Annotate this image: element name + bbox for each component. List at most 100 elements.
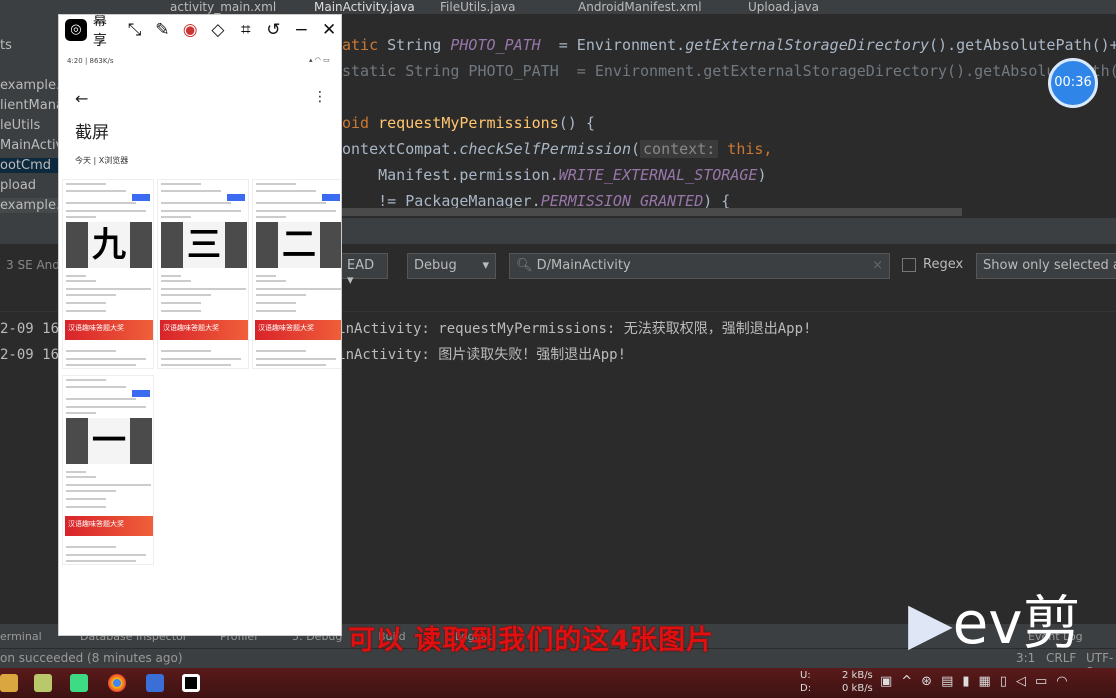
resize-icon[interactable]: ⤡ [121,20,149,40]
text-line [256,310,296,312]
text-line [66,183,106,185]
brush-icon[interactable]: ✎ [148,20,176,40]
text-line [161,216,191,218]
status-message: on succeeded (8 minutes ago) [0,651,183,665]
code-token: PHOTO_PATH [450,36,541,54]
recording-timer[interactable]: 00:36 [1048,58,1098,108]
log-level-value: Debug [414,258,457,273]
code-token: String [387,36,451,54]
search-button [227,194,245,201]
tab-android-manifest[interactable]: AndroidManifest.xml [578,0,702,14]
android-studio-icon[interactable] [70,674,88,692]
screenshot-thumbnail[interactable]: 三汉语趣味答题大奖 [157,179,249,369]
text-line [161,350,211,352]
text-line [66,350,116,352]
screenshot-thumbnail[interactable]: 一汉语趣味答题大奖 [62,375,154,565]
code-editor[interactable]: atic String PHOTO_PATH = Environment.get… [342,14,1116,224]
code-token: () { [558,114,595,132]
scope-dropdown[interactable]: Show only selected app [976,253,1116,279]
text-line [66,280,96,282]
tree-item[interactable]: lientManag [0,98,58,113]
notepad-icon[interactable] [34,674,52,692]
text-line [66,202,136,204]
tab-file-utils[interactable]: FileUtils.java [440,0,515,14]
text-line [66,554,146,556]
video-subtitle: 可以 读取到我们的这4张图片 [348,625,715,656]
text-line [256,280,286,282]
tab-activity-main[interactable]: activity_main.xml [170,0,276,14]
rotate-icon[interactable]: ↺ [260,20,288,40]
text-line [66,190,126,192]
word-icon[interactable] [146,674,164,692]
text-line [66,406,146,408]
text-line [256,302,296,304]
log-filter-input[interactable]: 🔍︎ D/MainActivity × [509,253,890,279]
screen-share-app-icon[interactable] [182,674,200,692]
text-line [256,183,296,185]
tree-item[interactable]: pload [0,178,58,193]
text-line [66,364,136,366]
text-line [66,386,126,388]
code-token: Manifest.permission. [342,166,559,184]
tree-item[interactable]: example.p [0,78,58,93]
chrome-icon[interactable] [108,674,126,692]
text-line [66,310,106,312]
crop-icon[interactable]: ⌗ [232,20,260,40]
tree-item[interactable]: leUtils [0,118,58,133]
code-token: ontextCompat. [342,140,460,158]
upload-label: U: [800,670,811,681]
text-line [161,288,246,290]
file-explorer-icon[interactable] [0,674,18,692]
text-line [256,216,286,218]
tree-item[interactable]: MainActivity [0,138,58,153]
text-line [256,294,306,296]
terminal-tab[interactable]: erminal [0,630,42,643]
text-line [66,498,106,500]
text-line [66,358,146,360]
mirror-toolbar: ◎ 幕享 ⤡ ✎ ◉ ◇ ⌗ ↺ − ✕ [59,15,341,49]
text-line [161,310,201,312]
text-line [161,294,211,296]
text-line [66,294,116,296]
chevron-down-icon: ▾ [482,258,489,273]
horizontal-scrollbar[interactable] [342,208,962,216]
text-line [66,379,106,381]
text-line [256,288,341,290]
minimize-icon[interactable]: − [287,20,315,40]
tree-item[interactable]: example.p [0,198,58,213]
text-line [66,546,116,548]
regex-checkbox[interactable] [902,258,916,272]
tab-upload[interactable]: Upload.java [748,0,819,14]
screenshot-thumbnail[interactable]: 二汉语趣味答题大奖 [252,179,341,369]
filter-value: D/MainActivity [536,258,631,273]
more-options-icon[interactable]: ⋮ [313,89,327,105]
code-token: getExternalStorageDirectory [685,36,930,54]
log-level-dropdown[interactable]: Debug ▾ [407,253,496,279]
screenshot-thumbnail[interactable]: 九汉语趣味答题大奖 [62,179,154,369]
system-tray-icons[interactable]: ▣^⊛▤▮▦▯◁▭◠ [880,674,1077,689]
back-arrow-icon[interactable]: ← [75,89,88,108]
windows-taskbar: U: D: 2 kB/s 0 kB/s ▣^⊛▤▮▦▯◁▭◠ [0,668,1116,698]
app-name: 幕享 [92,14,107,49]
text-line [161,280,191,282]
character-glyph: 九 [88,222,130,268]
tree-item[interactable]: ts [0,38,58,53]
download-speed: 0 kB/s [842,683,873,694]
tree-item-selected[interactable]: ootCmd [0,158,58,173]
code-line: static String PHOTO_PATH = Environment.g… [342,62,1116,80]
text-line [66,216,96,218]
watermark-text: ev剪 [952,589,1081,657]
character-glyph: 三 [183,222,225,268]
close-icon[interactable]: ✕ [315,20,341,40]
code-token: ().getAbsolutePath()+ [929,36,1116,54]
record-icon[interactable]: ◉ [176,20,204,40]
play-logo-icon: ▶ [908,589,953,657]
editor-tabs: activity_main.xml MainActivity.java File… [0,0,1116,14]
tab-main-activity[interactable]: MainActivity.java [314,0,415,14]
text-line [256,190,316,192]
ad-banner: 汉语趣味答题大奖 [65,516,153,536]
pin-icon[interactable]: ◇ [204,20,232,40]
clear-icon[interactable]: × [872,258,883,273]
process-dropdown[interactable]: EAD ▾ [340,253,388,288]
search-button [132,194,150,201]
